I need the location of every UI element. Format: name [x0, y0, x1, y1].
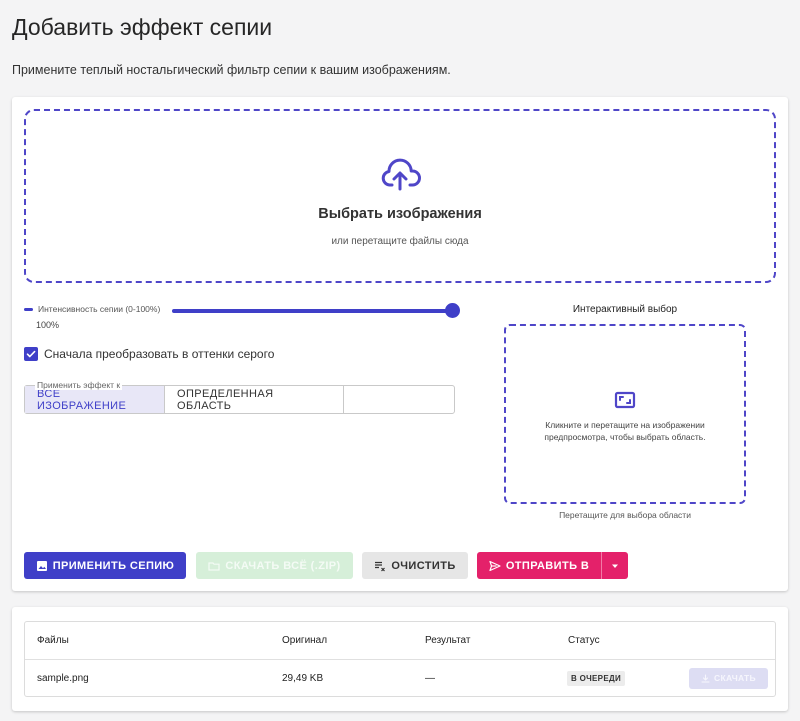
column-status: Статус — [568, 635, 600, 646]
area-select-box[interactable]: Кликните и перетащите на изображении пре… — [504, 324, 746, 504]
table-row: sample.png 29,49 KB — В ОЧЕРЕДИ СКАЧАТЬ — [25, 660, 775, 696]
status-badge: В ОЧЕРЕДИ — [567, 670, 626, 686]
send-icon — [489, 560, 501, 571]
grayscale-checkbox[interactable] — [24, 347, 38, 361]
row-download-button[interactable]: СКАЧАТЬ — [689, 667, 768, 689]
download-all-label: СКАЧАТЬ ВСЁ (.ZIP) — [225, 559, 341, 572]
clear-button[interactable]: ОЧИСТИТЬ — [362, 552, 468, 579]
area-select-hint: Перетащите для выбора области — [559, 510, 691, 520]
apply-to-label: Применить эффект к — [35, 380, 123, 390]
column-original: Оригинал — [282, 635, 328, 646]
grayscale-option[interactable]: Сначала преобразовать в оттенки серого — [24, 347, 274, 361]
intensity-label: Интенсивность сепии (0-100%) — [36, 304, 163, 314]
cloud-upload-icon — [381, 158, 421, 190]
send-to-dropdown-button[interactable] — [601, 552, 628, 579]
file-result-size: — — [425, 672, 435, 684]
crop-select-icon — [614, 391, 636, 409]
intensity-slider[interactable]: Интенсивность сепии (0-100%) 100% — [24, 301, 460, 331]
check-icon — [26, 350, 36, 358]
slider-track[interactable] — [172, 309, 454, 313]
interactive-select-title: Интерактивный выбор — [572, 304, 678, 315]
slider-thumb[interactable] — [445, 303, 460, 318]
toggle-whole-image[interactable]: ВСЁ ИЗОБРАЖЕНИЕ — [25, 386, 165, 413]
slider-track-start — [24, 308, 33, 311]
page-subtitle: Примените теплый ностальгический фильтр … — [12, 63, 451, 77]
grayscale-label: Сначала преобразовать в оттенки серого — [44, 347, 275, 361]
files-card: Файлы Оригинал Результат Статус sample.p… — [12, 607, 788, 711]
send-to-label: ОТПРАВИТЬ В — [505, 559, 590, 572]
files-table: Файлы Оригинал Результат Статус sample.p… — [24, 621, 776, 697]
download-all-button[interactable]: СКАЧАТЬ ВСЁ (.ZIP) — [196, 552, 353, 579]
send-to-button[interactable]: ОТПРАВИТЬ В — [477, 552, 601, 579]
dropzone-title: Выбрать изображения — [318, 205, 482, 222]
clear-label: ОЧИСТИТЬ — [391, 559, 456, 572]
apply-sepia-button[interactable]: ПРИМЕНИТЬ СЕПИЮ — [24, 552, 186, 579]
folder-icon — [208, 561, 221, 571]
image-icon — [36, 560, 47, 571]
page-title: Добавить эффект сепии — [12, 14, 273, 40]
intensity-value: 100% — [36, 320, 60, 330]
table-header: Файлы Оригинал Результат Статус — [25, 622, 775, 660]
column-files: Файлы — [37, 635, 69, 646]
apply-sepia-label: ПРИМЕНИТЬ СЕПИЮ — [52, 559, 175, 572]
apply-to-toggle: Применить эффект к ВСЁ ИЗОБРАЖЕНИЕ ОПРЕД… — [24, 380, 455, 414]
sepia-settings-card: Выбрать изображения или перетащите файлы… — [12, 97, 788, 591]
row-download-label: СКАЧАТЬ — [714, 673, 756, 683]
clear-list-icon — [375, 561, 386, 571]
download-icon — [701, 673, 710, 683]
file-original-size: 29,49 KB — [282, 672, 324, 684]
area-select-text: Кликните и перетащите на изображении пре… — [544, 420, 706, 442]
image-dropzone[interactable]: Выбрать изображения или перетащите файлы… — [24, 109, 776, 283]
toggle-specific-area[interactable]: ОПРЕДЕЛЕННАЯ ОБЛАСТЬ — [165, 386, 344, 413]
column-result: Результат — [425, 635, 471, 646]
file-name: sample.png — [37, 672, 89, 684]
caret-down-icon — [612, 564, 618, 568]
dropzone-subtitle: или перетащите файлы сюда — [331, 235, 469, 247]
